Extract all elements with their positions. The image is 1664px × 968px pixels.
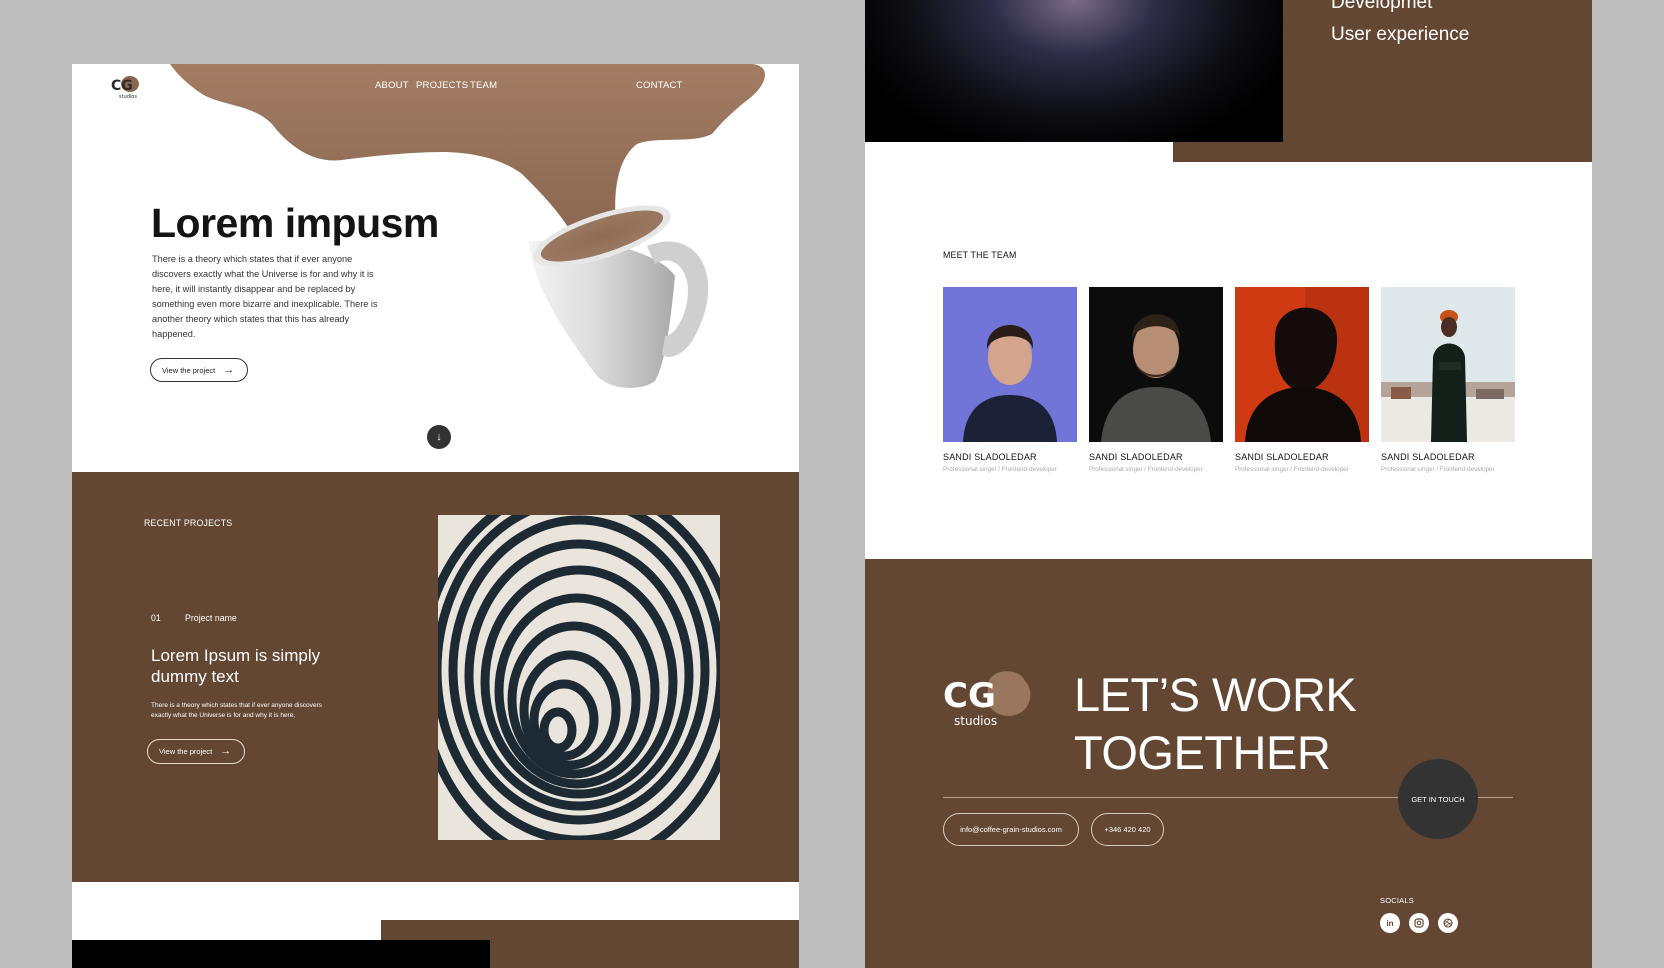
project-number: 01 (151, 613, 161, 623)
arrow-down-icon: ↓ (436, 431, 442, 443)
team-member-card[interactable]: SANDI SLADOLEDAR Professional singer / F… (1235, 287, 1369, 473)
cg-studios-logo[interactable]: CG studios (943, 669, 1033, 731)
button-label: View the project (159, 747, 213, 756)
member-name: SANDI SLADOLEDAR (1235, 452, 1329, 462)
service-item: Developmet (1331, 0, 1433, 13)
next-section-divider (72, 882, 799, 922)
svg-text:CG: CG (111, 78, 133, 94)
phone-text: +346 420 420 (1104, 825, 1151, 834)
hero-section: CG studios ABOUT PROJECTS TEAM CONTACT L… (72, 64, 799, 472)
team-member-photo (1089, 287, 1223, 442)
team-member-card[interactable]: SANDI SLADOLEDAR Professional singer / F… (1089, 287, 1223, 473)
project-title: Lorem Ipsum is simply dummy text (151, 646, 321, 686)
nav-team-link[interactable]: TEAM (470, 80, 497, 91)
member-name: SANDI SLADOLEDAR (943, 452, 1037, 462)
socials-label: SOCIALS (1380, 896, 1414, 905)
view-project-button[interactable]: View the project → (150, 358, 248, 382)
project-description: There is a theory which states that if e… (151, 702, 322, 719)
nav-projects-link[interactable]: PROJECTS (416, 80, 468, 91)
svg-text:studios: studios (954, 714, 997, 728)
landing-page-preview: CG studios ABOUT PROJECTS TEAM CONTACT L… (72, 64, 799, 968)
arrow-right-icon: → (223, 363, 235, 376)
hero-title: Lorem impusm (151, 200, 439, 246)
project-spiral-image[interactable] (438, 515, 720, 840)
email-text: info@coffee-grain-studios.com (960, 825, 1062, 834)
member-role: Professional singer / Frontend-developer (1089, 466, 1203, 473)
email-link[interactable]: info@coffee-grain-studios.com (943, 813, 1079, 846)
scroll-down-button[interactable]: ↓ (427, 425, 451, 449)
project-name: Project name (185, 613, 237, 623)
cg-studios-logo[interactable]: CG studios (110, 74, 144, 100)
device-glow-image (865, 0, 1283, 142)
section-divider (865, 142, 1173, 162)
cta-heading-line: LET’S WORK (1074, 668, 1357, 721)
member-role: Professional singer / Frontend-developer (1235, 466, 1349, 473)
linkedin-icon[interactable]: in (1380, 913, 1400, 933)
coffee-mug-image (529, 205, 709, 388)
cta-heading-line: TOGETHER (1074, 726, 1331, 779)
svg-text:studios: studios (119, 94, 137, 100)
member-name: SANDI SLADOLEDAR (1089, 452, 1183, 462)
team-member-photo (1381, 287, 1515, 442)
member-role: Professional singer / Frontend-developer (1381, 466, 1495, 473)
dribbble-icon[interactable] (1438, 913, 1458, 933)
button-label: GET IN TOUCH (1411, 794, 1465, 804)
section-label: RECENT PROJECTS (144, 518, 233, 528)
view-project-button[interactable]: View the project → (147, 739, 245, 764)
button-label: View the project (162, 365, 216, 375)
contact-footer: CG studios LET’S WORK TOGETHER GET IN TO… (865, 559, 1592, 968)
team-section: MEET THE TEAM SANDI SLADOLEDAR Professio… (865, 162, 1592, 559)
team-member-photo (1235, 287, 1369, 442)
phone-link[interactable]: +346 420 420 (1091, 813, 1164, 846)
team-member-photo (943, 287, 1077, 442)
team-member-card[interactable]: SANDI SLADOLEDAR Professional singer / F… (1381, 287, 1515, 473)
team-member-card[interactable]: SANDI SLADOLEDAR Professional singer / F… (943, 287, 1077, 473)
svg-text:CG: CG (943, 676, 996, 716)
instagram-icon[interactable] (1409, 913, 1429, 933)
arrow-right-icon: → (220, 745, 232, 757)
nav-contact-link[interactable]: CONTACT (636, 80, 683, 91)
get-in-touch-button[interactable]: GET IN TOUCH (1398, 759, 1478, 839)
hero-description: There is a theory which states that if e… (152, 254, 378, 339)
recent-projects-section: RECENT PROJECTS 01 Project name Lorem Ip… (72, 472, 799, 882)
service-item: User experience (1331, 24, 1470, 45)
next-section-dark-block (72, 940, 490, 968)
member-name: SANDI SLADOLEDAR (1381, 452, 1475, 462)
landing-page-preview-lower: Developmet User experience MEET THE TEAM… (865, 0, 1592, 968)
nav-about-link[interactable]: ABOUT (375, 80, 409, 91)
section-label: MEET THE TEAM (943, 250, 1017, 260)
member-role: Professional singer / Frontend-developer (943, 466, 1057, 473)
